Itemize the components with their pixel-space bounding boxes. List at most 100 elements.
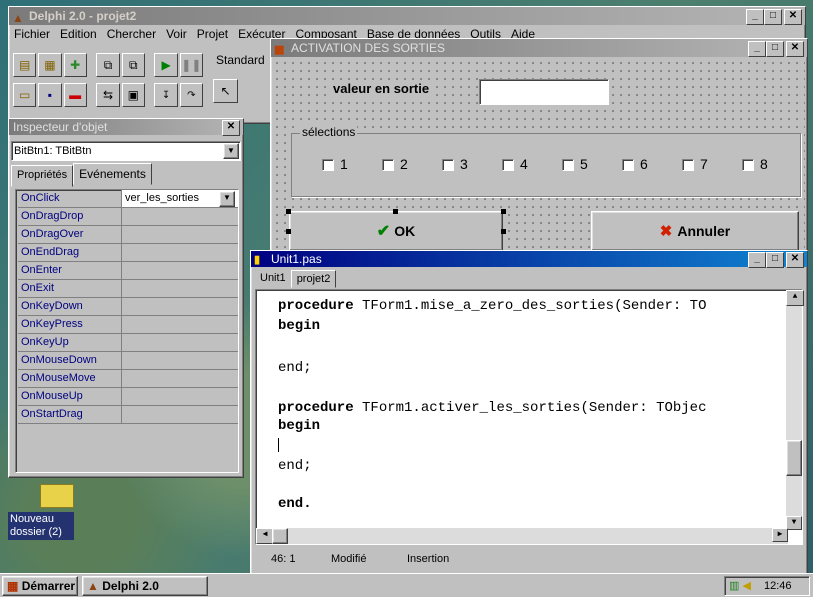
open-icon[interactable]: ▭ [13, 83, 37, 107]
event-value[interactable] [122, 370, 238, 387]
value-input[interactable] [479, 79, 609, 105]
checkbox-3[interactable]: 3 [442, 156, 502, 172]
event-value[interactable] [122, 352, 238, 369]
event-value[interactable] [122, 280, 238, 297]
event-row[interactable]: OnClick ver_les_sorties ▼ [18, 190, 238, 208]
horizontal-scrollbar[interactable]: ◀ ▶ [256, 528, 788, 544]
select-unit-icon[interactable]: ⧉ [96, 53, 120, 77]
taskbar-delphi-button[interactable]: ▲ Delphi 2.0 [82, 576, 208, 596]
minimize-button[interactable]: _ [746, 9, 764, 25]
run-icon[interactable]: ▶ [154, 53, 178, 77]
save-icon[interactable]: ▪ [38, 83, 62, 107]
select-form-icon[interactable]: ⧉ [121, 53, 145, 77]
chevron-down-icon[interactable]: ▼ [223, 143, 239, 159]
object-inspector: Inspecteur d'objet ✕ BitBtn1: TBitBtn ▼ … [8, 118, 244, 478]
event-row[interactable]: OnMouseUp [18, 388, 238, 406]
tab-unit1[interactable]: Unit1 [255, 270, 291, 288]
scroll-down-icon[interactable]: ▼ [786, 516, 802, 530]
editor-minimize-button[interactable]: _ [748, 252, 766, 268]
clock: 12:46 [764, 580, 792, 592]
menu-item-3[interactable]: Voir [161, 25, 192, 43]
checkbox-box[interactable] [382, 159, 394, 172]
tab-projet2[interactable]: projet2 [290, 270, 337, 288]
open-project-icon[interactable]: ▤ [13, 53, 37, 77]
event-value[interactable] [122, 298, 238, 315]
editor-close-button[interactable]: ✕ [786, 252, 804, 268]
event-value[interactable] [122, 262, 238, 279]
pointer-icon[interactable]: ↖ [213, 79, 238, 103]
save-all-icon[interactable]: ▦ [38, 53, 62, 77]
hscroll-thumb[interactable] [272, 528, 288, 544]
ok-button[interactable]: ✔ OK [289, 211, 503, 251]
event-row[interactable]: OnKeyUp [18, 334, 238, 352]
chevron-down-icon[interactable]: ▼ [219, 191, 235, 207]
code-area[interactable]: procedure TForm1.mise_a_zero_des_sorties… [255, 289, 804, 545]
new-form-icon[interactable]: ▣ [121, 83, 145, 107]
folder-icon[interactable] [40, 484, 74, 508]
tab-properties[interactable]: Propriétés [11, 165, 74, 187]
event-row[interactable]: OnKeyPress [18, 316, 238, 334]
selections-label: sélections [300, 125, 358, 139]
checkbox-box[interactable] [742, 159, 754, 172]
event-row[interactable]: OnKeyDown [18, 298, 238, 316]
palette-tab-standard[interactable]: Standard [213, 51, 273, 69]
checkbox-box[interactable] [502, 159, 514, 172]
scroll-up-icon[interactable]: ▲ [786, 290, 804, 306]
event-value[interactable] [122, 406, 238, 423]
menu-item-2[interactable]: Chercher [102, 25, 161, 43]
maximize-button[interactable]: □ [764, 9, 782, 25]
form-maximize-button[interactable]: □ [766, 41, 784, 57]
pause-icon[interactable]: ❚❚ [179, 53, 203, 77]
event-row[interactable]: OnStartDrag [18, 406, 238, 424]
event-value[interactable] [122, 316, 238, 333]
checkbox-box[interactable] [622, 159, 634, 172]
form-close-button[interactable]: ✕ [786, 41, 804, 57]
event-value[interactable] [122, 226, 238, 243]
checkbox-7[interactable]: 7 [682, 156, 742, 172]
event-row[interactable]: OnExit [18, 280, 238, 298]
checkbox-box[interactable] [322, 159, 334, 172]
close-button[interactable]: ✕ [784, 9, 802, 25]
editor-maximize-button[interactable]: □ [766, 252, 784, 268]
event-value[interactable] [122, 388, 238, 405]
checkbox-6[interactable]: 6 [622, 156, 682, 172]
network-icon[interactable]: ▥ [729, 580, 739, 592]
status-modified: Modifié [331, 553, 367, 565]
toggle-form-unit-icon[interactable]: ⇆ [96, 83, 120, 107]
cancel-button[interactable]: ✖ Annuler [591, 211, 799, 251]
scroll-right-icon[interactable]: ▶ [772, 528, 788, 542]
event-value[interactable] [122, 334, 238, 351]
step-over-icon[interactable]: ↷ [179, 83, 203, 107]
trace-into-icon[interactable]: ↧ [154, 83, 178, 107]
speaker-icon[interactable]: ◀ [742, 580, 750, 592]
checkbox-8[interactable]: 8 [742, 156, 802, 172]
event-value[interactable] [122, 208, 238, 225]
start-button[interactable]: ▦ Démarrer [2, 576, 78, 596]
event-row[interactable]: OnDragDrop [18, 208, 238, 226]
menu-item-0[interactable]: Fichier [9, 25, 55, 43]
checkbox-box[interactable] [562, 159, 574, 172]
checkbox-4[interactable]: 4 [502, 156, 562, 172]
tab-events[interactable]: Evénements [73, 163, 152, 185]
form-minimize-button[interactable]: _ [748, 41, 766, 57]
event-value[interactable] [122, 244, 238, 261]
menu-item-4[interactable]: Projet [192, 25, 233, 43]
checkbox-box[interactable] [682, 159, 694, 172]
scroll-thumb[interactable] [786, 440, 802, 476]
remove-file-icon[interactable]: ▬ [63, 83, 87, 107]
object-selector[interactable]: BitBtn1: TBitBtn ▼ [11, 141, 241, 161]
vertical-scrollbar[interactable]: ▲ ▼ [786, 290, 804, 530]
event-row[interactable]: OnMouseDown [18, 352, 238, 370]
desktop-folder-label[interactable]: Nouveau dossier (2) [8, 512, 74, 540]
add-file-icon[interactable]: ✚ [63, 53, 87, 77]
checkbox-1[interactable]: 1 [322, 156, 382, 172]
checkbox-2[interactable]: 2 [382, 156, 442, 172]
event-row[interactable]: OnEnter [18, 262, 238, 280]
checkbox-5[interactable]: 5 [562, 156, 622, 172]
inspector-close-button[interactable]: ✕ [222, 120, 240, 136]
event-row[interactable]: OnDragOver [18, 226, 238, 244]
checkbox-box[interactable] [442, 159, 454, 172]
menu-item-1[interactable]: Edition [55, 25, 102, 43]
event-row[interactable]: OnEndDrag [18, 244, 238, 262]
event-row[interactable]: OnMouseMove [18, 370, 238, 388]
